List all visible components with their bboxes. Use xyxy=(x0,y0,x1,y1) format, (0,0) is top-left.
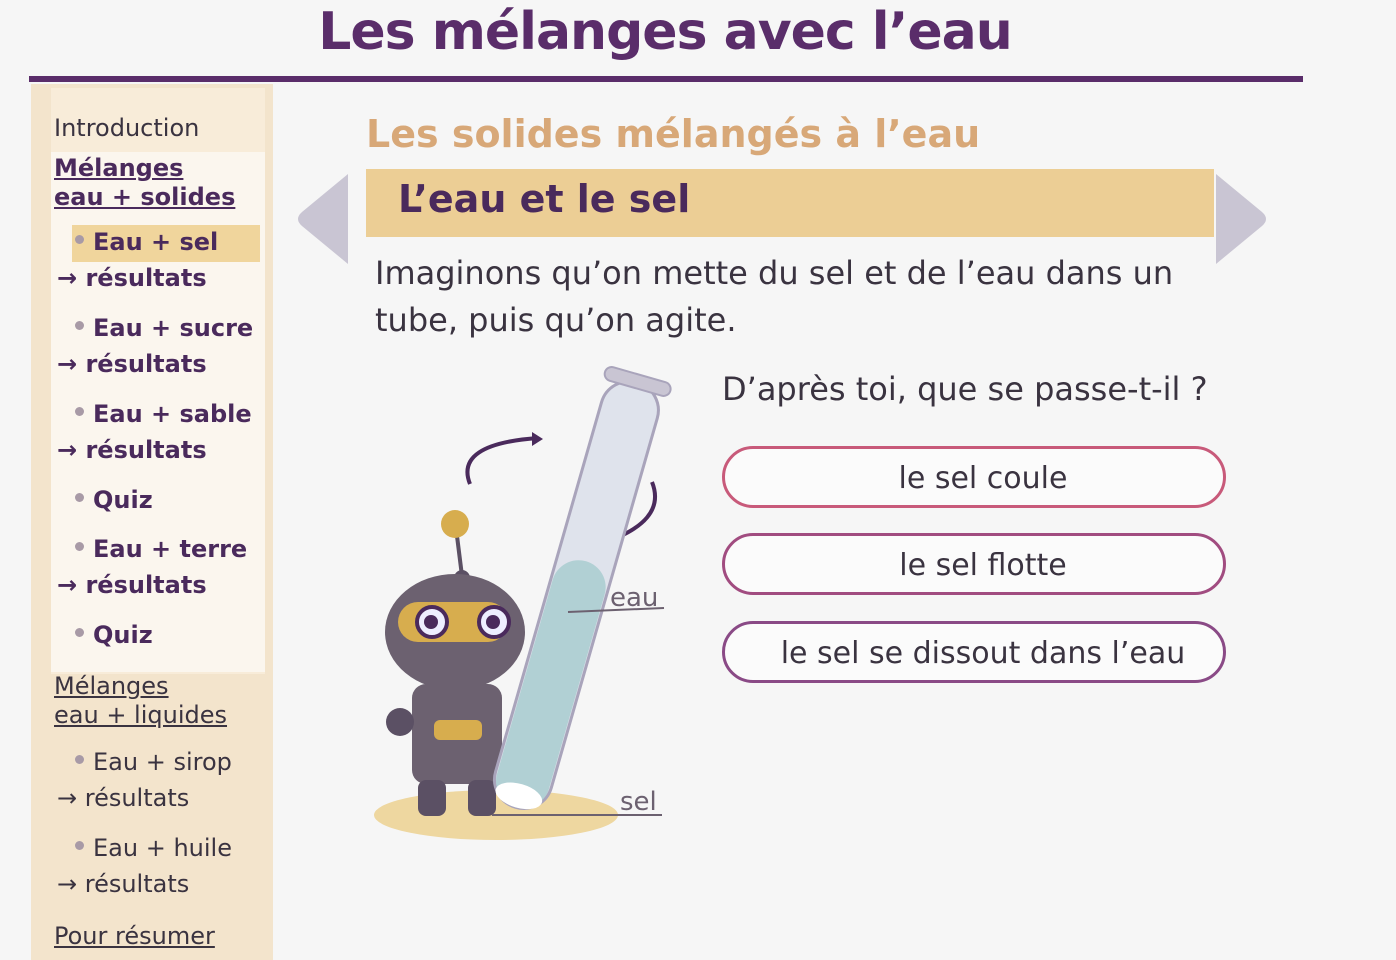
bullet-icon xyxy=(75,406,84,416)
answer-button-flotte[interactable]: le sel flotte xyxy=(722,533,1226,595)
answer-button-coule[interactable]: le sel coule xyxy=(722,446,1226,508)
sidebar: Introduction Mélanges eau + solides Eau … xyxy=(31,84,273,960)
sidebar-item-eau-sirop[interactable]: Eau + sirop → résultats xyxy=(57,744,232,816)
title-divider xyxy=(29,76,1303,82)
sidebar-item-liquids[interactable]: Mélanges eau + liquides xyxy=(54,672,227,730)
sidebar-item-result: → résultats xyxy=(57,436,207,464)
sidebar-liquids-link-1[interactable]: Mélanges xyxy=(54,672,169,700)
sidebar-item-eau-huile[interactable]: Eau + huile → résultats xyxy=(57,830,232,902)
section-title: Les solides mélangés à l’eau xyxy=(366,112,981,156)
sidebar-item-label: Quiz xyxy=(93,486,153,514)
sidebar-item-summary[interactable]: Pour résumer xyxy=(54,922,215,951)
lesson-banner: L’eau et le sel xyxy=(366,169,1214,237)
sidebar-solids-link-1[interactable]: Mélanges xyxy=(54,154,183,182)
previous-arrow-icon[interactable] xyxy=(294,170,350,268)
label-water: eau xyxy=(610,583,658,613)
sidebar-item-result: → résultats xyxy=(57,264,207,292)
lesson-title: L’eau et le sel xyxy=(398,177,691,221)
bullet-icon xyxy=(75,627,84,637)
robot-test-tube-illustration: eau sel xyxy=(374,366,672,840)
sidebar-item-result: → résultats xyxy=(57,870,190,898)
sidebar-item-label: Eau + sirop xyxy=(93,748,232,776)
bullet-icon xyxy=(75,840,84,850)
sidebar-item-eau-sucre[interactable]: Eau + sucre → résultats xyxy=(57,310,254,382)
sidebar-liquids-link-2[interactable]: eau + liquides xyxy=(54,701,227,729)
intro-text: Imaginons qu’on mette du sel et de l’eau… xyxy=(375,254,1174,339)
sidebar-item-label: Quiz xyxy=(93,621,153,649)
sidebar-item-solids[interactable]: Mélanges eau + solides xyxy=(54,154,235,212)
sidebar-item-result: → résultats xyxy=(57,350,207,378)
sidebar-item-label: Eau + sel xyxy=(93,228,219,256)
bullet-icon xyxy=(75,754,84,764)
page-title: Les mélanges avec l’eau xyxy=(318,2,1013,62)
sidebar-item-quiz-2[interactable]: Quiz xyxy=(75,617,153,653)
sidebar-item-quiz-1[interactable]: Quiz xyxy=(75,482,153,518)
sidebar-item-label: Eau + terre xyxy=(93,535,248,563)
answer-button-dissout[interactable]: le sel se dissout dans l’eau xyxy=(722,621,1226,683)
sidebar-item-eau-terre[interactable]: Eau + terre → résultats xyxy=(57,531,248,603)
label-salt: sel xyxy=(620,787,657,817)
bullet-icon xyxy=(75,234,84,244)
bullet-icon xyxy=(75,541,84,551)
bullet-icon xyxy=(75,492,84,502)
sidebar-item-eau-sel[interactable]: Eau + sel → résultats xyxy=(57,224,219,296)
sidebar-solids-link-2[interactable]: eau + solides xyxy=(54,183,235,211)
sidebar-item-result: → résultats xyxy=(57,571,207,599)
sidebar-summary-link[interactable]: Pour résumer xyxy=(54,922,215,950)
question-text: D’après toi, que se passe-t-il ? xyxy=(722,370,1208,408)
sidebar-item-label: Eau + sable xyxy=(93,400,252,428)
sidebar-item-result: → résultats xyxy=(57,784,190,812)
bullet-icon xyxy=(75,320,84,330)
sidebar-item-introduction[interactable]: Introduction xyxy=(54,114,199,143)
sidebar-item-eau-sable[interactable]: Eau + sable → résultats xyxy=(57,396,252,468)
sidebar-item-label: Eau + huile xyxy=(93,834,232,862)
sidebar-item-label: Eau + sucre xyxy=(93,314,254,342)
